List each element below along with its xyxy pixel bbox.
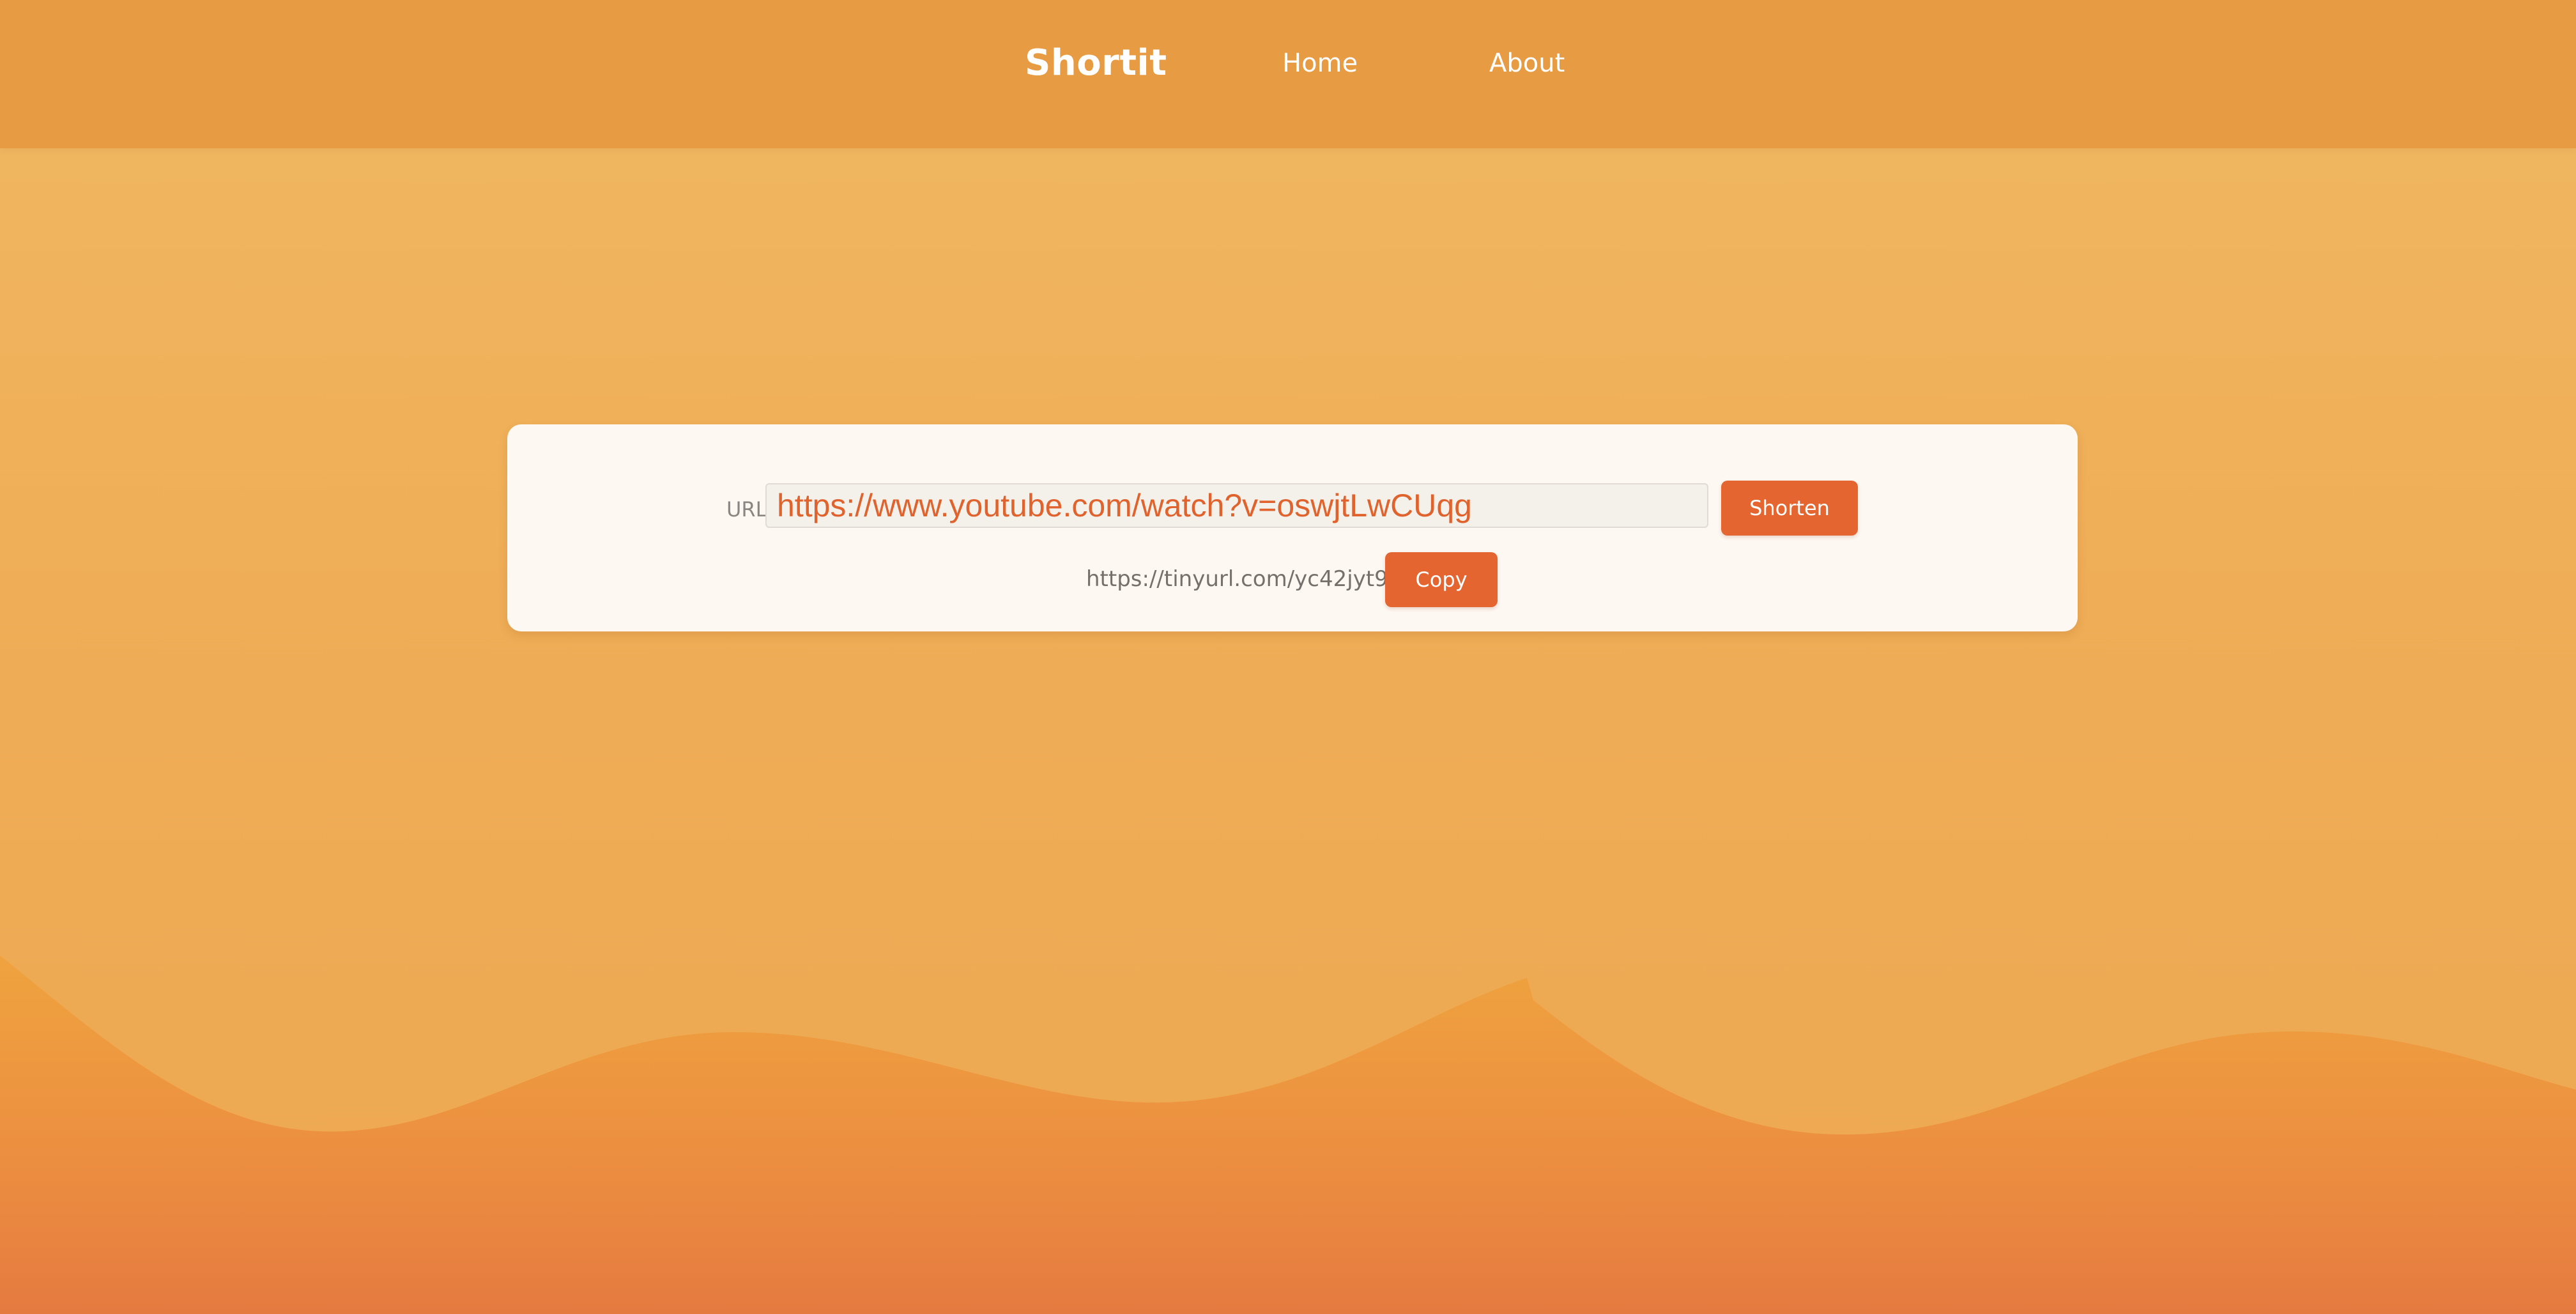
nav-link-home[interactable]: Home — [1282, 49, 1358, 78]
wave-background — [0, 955, 2576, 1314]
url-input[interactable] — [765, 483, 1708, 528]
shorten-button[interactable]: Shorten — [1721, 481, 1858, 536]
short-url-text: https://tinyurl.com/yc42jyt9 — [1086, 566, 1388, 592]
copy-button[interactable]: Copy — [1385, 552, 1498, 607]
brand-logo[interactable]: Shortit — [1025, 42, 1167, 84]
navbar: Shortit Home About — [0, 0, 2576, 148]
nav-link-about[interactable]: About — [1489, 49, 1565, 78]
